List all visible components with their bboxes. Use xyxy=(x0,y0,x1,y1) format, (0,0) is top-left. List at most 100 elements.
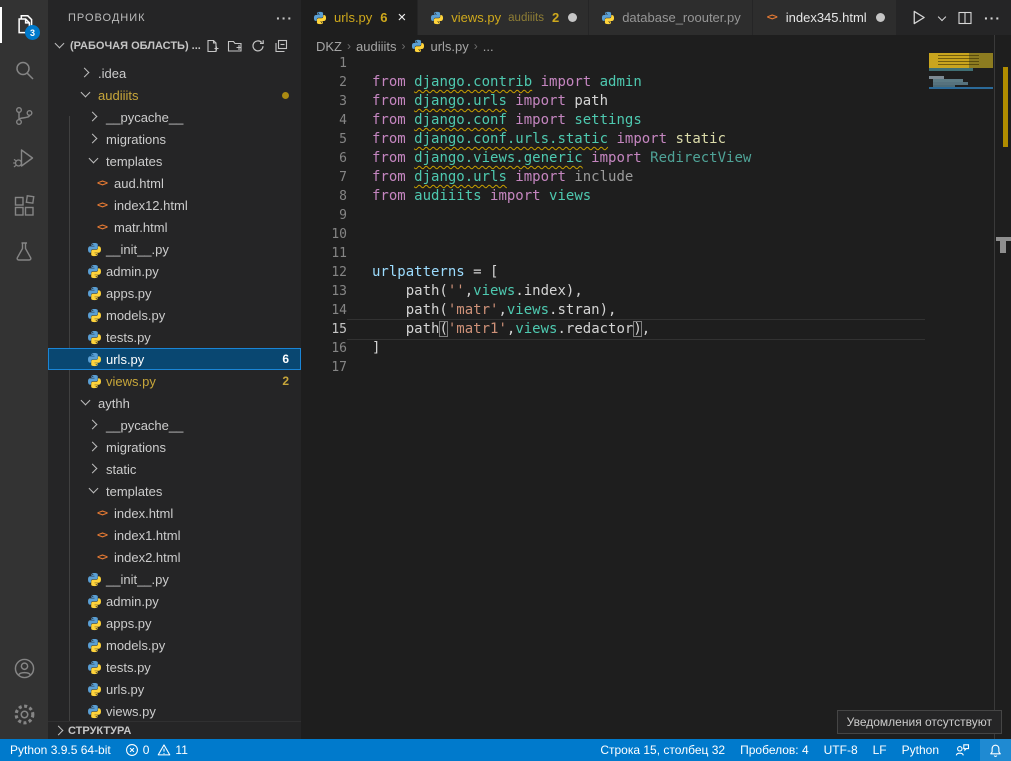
problems-status[interactable]: 0 11 xyxy=(125,743,188,757)
feedback-icon[interactable] xyxy=(954,742,970,758)
run-python-file-icon[interactable] xyxy=(910,9,927,26)
breadcrumb-item-audiiits[interactable]: audiiits xyxy=(356,39,396,54)
code-line-10[interactable]: 10 xyxy=(301,225,925,244)
tree-item-audiiits[interactable]: audiiits xyxy=(48,84,301,106)
tree-item-label: index12.html xyxy=(114,198,188,213)
code-line-2[interactable]: 2from django.contrib import admin xyxy=(301,73,925,92)
refresh-icon[interactable] xyxy=(250,38,266,54)
tree-item-label: apps.py xyxy=(106,286,152,301)
tree-item-index2.html[interactable]: <>index2.html xyxy=(48,546,301,568)
outline-section-header[interactable]: СТРУКТУРА xyxy=(48,721,301,739)
search-icon[interactable] xyxy=(0,50,48,90)
explorer-icon[interactable] xyxy=(0,5,48,45)
python-interpreter-status[interactable]: Python 3.9.5 64-bit xyxy=(10,743,111,757)
tree-item-templates[interactable]: templates xyxy=(48,150,301,172)
breadcrumb-item-urls.py[interactable]: urls.py xyxy=(410,38,468,54)
indentation-status[interactable]: Пробелов: 4 xyxy=(740,743,809,757)
tree-item-models.py[interactable]: models.py xyxy=(48,634,301,656)
python-icon xyxy=(86,285,102,301)
collapse-all-icon[interactable] xyxy=(273,38,289,54)
tree-item-views.py[interactable]: views.py2 xyxy=(48,370,301,392)
tab-views.py[interactable]: views.pyaudiiits2 xyxy=(418,0,588,35)
code-line-12[interactable]: 12urlpatterns = [ xyxy=(301,263,925,282)
code-line-13[interactable]: 13 path('',views.index), xyxy=(301,282,925,301)
code-line-17[interactable]: 17 xyxy=(301,358,925,377)
split-editor-icon[interactable] xyxy=(957,10,973,26)
breadcrumb-item-DKZ[interactable]: DKZ xyxy=(316,39,342,54)
tree-item-models.py[interactable]: models.py xyxy=(48,304,301,326)
tree-item-views.py[interactable]: views.py xyxy=(48,700,301,722)
code-line-9[interactable]: 9 xyxy=(301,206,925,225)
code-line-16[interactable]: 16] xyxy=(301,339,925,358)
run-dropdown-chevron-icon[interactable] xyxy=(938,14,946,22)
tree-item-index.html[interactable]: <>index.html xyxy=(48,502,301,524)
language-mode-status[interactable]: Python xyxy=(902,743,939,757)
new-file-icon[interactable] xyxy=(204,38,220,54)
tree-item-__init__.py[interactable]: __init__.py xyxy=(48,568,301,590)
python-icon xyxy=(429,10,445,26)
tree-item-tests.py[interactable]: tests.py xyxy=(48,656,301,678)
code-area[interactable]: 12from django.contrib import admin3from … xyxy=(301,54,1011,739)
python-icon xyxy=(86,241,102,257)
tree-item-templates[interactable]: templates xyxy=(48,480,301,502)
activity-bar: 3 xyxy=(0,0,48,739)
dirty-dot-icon[interactable] xyxy=(876,13,885,22)
run-debug-icon[interactable] xyxy=(0,138,48,178)
close-icon[interactable]: × xyxy=(398,10,407,25)
dirty-dot-icon[interactable] xyxy=(568,13,577,22)
tree-item-__init__.py[interactable]: __init__.py xyxy=(48,238,301,260)
code-line-14[interactable]: 14 path('matr',views.stran), xyxy=(301,301,925,320)
settings-gear-icon[interactable] xyxy=(0,694,48,734)
tree-item-urls.py[interactable]: urls.py6 xyxy=(48,348,301,370)
new-folder-icon[interactable] xyxy=(227,38,243,54)
code-line-3[interactable]: 3from django.urls import path xyxy=(301,92,925,111)
code-line-7[interactable]: 7from django.urls import include xyxy=(301,168,925,187)
account-icon[interactable] xyxy=(0,648,48,688)
more-actions-icon[interactable]: ··· xyxy=(984,10,1001,26)
code-line-5[interactable]: 5from django.conf.urls.static import sta… xyxy=(301,130,925,149)
tree-item-index1.html[interactable]: <>index1.html xyxy=(48,524,301,546)
testing-icon[interactable] xyxy=(0,232,48,272)
tree-item-static[interactable]: static xyxy=(48,458,301,480)
tab-database_roouter.py[interactable]: database_roouter.py xyxy=(589,0,752,35)
tree-item-__pycache__[interactable]: __pycache__ xyxy=(48,414,301,436)
code-line-4[interactable]: 4from django.conf import settings xyxy=(301,111,925,130)
tree-item-aud.html[interactable]: <>aud.html xyxy=(48,172,301,194)
tree-item-apps.py[interactable]: apps.py xyxy=(48,282,301,304)
tab-urls.py[interactable]: urls.py6× xyxy=(301,0,417,35)
tree-item-urls.py[interactable]: urls.py xyxy=(48,678,301,700)
tree-item-migrations[interactable]: migrations xyxy=(48,128,301,150)
breadcrumb-item-...[interactable]: ... xyxy=(483,39,494,54)
source-control-icon[interactable] xyxy=(0,96,48,136)
tree-item-index12.html[interactable]: <>index12.html xyxy=(48,194,301,216)
notifications-bell-icon[interactable] xyxy=(980,739,1011,761)
tree-item-admin.py[interactable]: admin.py xyxy=(48,590,301,612)
tree-item-__pycache__[interactable]: __pycache__ xyxy=(48,106,301,128)
code-line-1[interactable]: 1 xyxy=(301,54,925,73)
tree-item-.idea[interactable]: .idea xyxy=(48,62,301,84)
code-line-15[interactable]: 15 path('matr1',views.redactor), xyxy=(301,320,925,339)
code-line-6[interactable]: 6from django.views.generic import Redire… xyxy=(301,149,925,168)
tree-item-apps.py[interactable]: apps.py xyxy=(48,612,301,634)
scrollbar-mark-stem[interactable] xyxy=(1000,241,1006,253)
tree-item-migrations[interactable]: migrations xyxy=(48,436,301,458)
tree-item-matr.html[interactable]: <>matr.html xyxy=(48,216,301,238)
code-line-11[interactable]: 11 xyxy=(301,244,925,263)
python-icon xyxy=(86,615,102,631)
sidebar-more-actions[interactable]: ··· xyxy=(276,10,293,26)
tree-item-admin.py[interactable]: admin.py xyxy=(48,260,301,282)
tree-item-label: __pycache__ xyxy=(106,110,183,125)
tree-item-aythh[interactable]: aythh xyxy=(48,392,301,414)
status-bar: Python 3.9.5 64-bit 0 11 Строка 15, стол… xyxy=(0,739,1011,761)
tree-item-tests.py[interactable]: tests.py xyxy=(48,326,301,348)
cursor-position-status[interactable]: Строка 15, столбец 32 xyxy=(600,743,725,757)
code-line-8[interactable]: 8from audiiits import views xyxy=(301,187,925,206)
encoding-status[interactable]: UTF-8 xyxy=(824,743,858,757)
tab-index345.html[interactable]: <>index345.html xyxy=(753,0,896,35)
extensions-icon[interactable] xyxy=(0,186,48,226)
tree-item-label: matr.html xyxy=(114,220,167,235)
breadcrumb-separator: › xyxy=(347,39,351,53)
workspace-section-header[interactable]: (РАБОЧАЯ ОБЛАСТЬ) ... xyxy=(48,35,301,57)
eol-status[interactable]: LF xyxy=(873,743,887,757)
line-number: 4 xyxy=(301,111,347,130)
